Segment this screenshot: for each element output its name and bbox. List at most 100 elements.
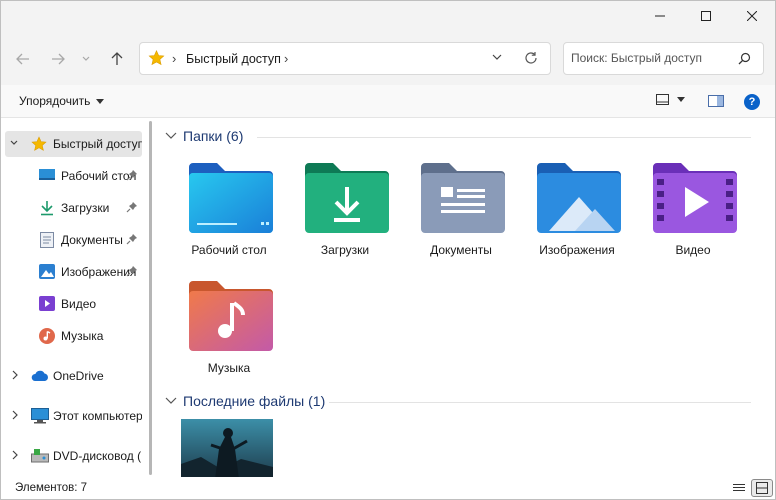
details-view-button[interactable] <box>728 479 750 497</box>
desktop-folder-icon <box>189 163 273 233</box>
documents-icon <box>40 232 54 248</box>
chevron-right-icon[interactable] <box>11 410 19 420</box>
breadcrumb-location[interactable]: Быстрый доступ <box>186 52 281 66</box>
group-divider <box>257 137 751 138</box>
recent-locations-button[interactable] <box>75 45 97 73</box>
folder-label: Музыка <box>207 361 251 375</box>
command-bar: Упорядочить ? <box>1 85 775 118</box>
items-count: Элементов: 7 <box>15 482 88 494</box>
search-box[interactable] <box>563 42 764 75</box>
computer-icon <box>31 408 49 424</box>
arrow-up-icon <box>111 52 123 65</box>
folder-tile-downloads[interactable]: Загрузки <box>287 157 403 269</box>
chevron-down-icon <box>165 397 177 404</box>
scrollbar-thumb[interactable] <box>149 121 152 475</box>
group-title: Папки (6) <box>183 128 244 144</box>
forward-button[interactable] <box>44 45 72 73</box>
nav-item-video[interactable]: Видео <box>1 291 142 317</box>
desktop-icon <box>39 169 55 180</box>
search-input[interactable] <box>571 51 731 65</box>
recent-files-group-header[interactable]: Последние файлы (1) <box>165 390 325 412</box>
pin-icon[interactable] <box>126 201 138 213</box>
video-icon <box>39 296 55 311</box>
view-layout-icon <box>656 94 669 105</box>
breadcrumb-separator-end[interactable]: › <box>284 51 288 66</box>
chevron-down-icon[interactable] <box>492 53 502 61</box>
search-icon[interactable] <box>738 52 751 65</box>
close-button[interactable] <box>729 1 775 31</box>
back-button[interactable] <box>9 45 37 73</box>
nav-item-label: Загрузки <box>61 201 110 215</box>
folder-tile-pictures[interactable]: Изображения <box>519 157 635 269</box>
folder-tile-music[interactable]: Музыка <box>171 275 287 387</box>
download-icon <box>41 201 53 216</box>
close-icon <box>747 11 757 21</box>
star-icon <box>148 50 165 66</box>
image-thumbnail <box>181 419 273 477</box>
maximize-icon <box>701 11 711 21</box>
nav-item-desktop[interactable]: Рабочий стол <box>1 163 142 189</box>
navigation-scrollbar[interactable] <box>145 119 159 477</box>
nav-item-label: Видео <box>61 297 97 311</box>
nav-item-downloads[interactable]: Загрузки <box>1 195 142 221</box>
folder-label: Видео <box>675 243 711 257</box>
title-bar <box>1 1 775 33</box>
nav-item-quick-access[interactable]: Быстрый доступ <box>5 131 142 157</box>
nav-item-onedrive[interactable]: OneDrive <box>1 363 142 389</box>
maximize-button[interactable] <box>683 1 729 31</box>
nav-item-label: Музыка <box>61 329 104 343</box>
caret-down-icon <box>96 98 105 104</box>
caret-down-icon <box>677 97 685 102</box>
nav-item-label: OneDrive <box>53 369 104 383</box>
chevron-down-icon[interactable] <box>9 138 19 148</box>
cloud-icon <box>31 370 48 381</box>
nav-item-label: Быстрый доступ <box>53 137 142 151</box>
sort-label: Упорядочить <box>19 94 91 108</box>
nav-item-this-pc[interactable]: Этот компьютер <box>1 403 142 429</box>
folder-tile-documents[interactable]: Документы <box>403 157 519 269</box>
minimize-button[interactable] <box>637 1 683 31</box>
list-view-icon <box>733 484 745 491</box>
breadcrumb-separator[interactable]: › <box>172 51 176 66</box>
chevron-down-icon <box>82 56 90 61</box>
pin-icon[interactable] <box>126 169 138 181</box>
details-pane-icon[interactable] <box>708 95 724 107</box>
content-area: Папки (6) Рабочий стол Загрузки Документ… <box>159 119 775 477</box>
folder-label: Изображения <box>539 243 615 257</box>
status-bar: Элементов: 7 <box>1 477 775 499</box>
chevron-down-icon <box>165 132 177 139</box>
video-folder-icon <box>653 163 737 233</box>
folder-label: Документы <box>430 243 492 257</box>
nav-item-label: Этот компьютер <box>53 409 142 423</box>
pin-icon[interactable] <box>126 265 138 277</box>
refresh-icon[interactable] <box>524 51 538 65</box>
music-icon <box>39 328 55 344</box>
folders-group-header[interactable]: Папки (6) <box>165 125 243 147</box>
help-button[interactable]: ? <box>744 94 760 110</box>
up-button[interactable] <box>103 45 131 73</box>
chevron-right-icon[interactable] <box>11 450 19 460</box>
sort-button[interactable]: Упорядочить <box>19 94 105 108</box>
address-row: › Быстрый доступ › <box>1 33 775 85</box>
address-bar[interactable]: › Быстрый доступ › <box>139 42 551 75</box>
folder-label: Рабочий стол <box>191 243 267 257</box>
nav-item-dvd-drive[interactable]: DVD-дисковод (D:) <box>1 443 142 469</box>
chevron-right-icon[interactable] <box>11 370 19 380</box>
arrow-right-icon <box>52 53 65 65</box>
view-button[interactable] <box>656 94 685 105</box>
documents-folder-icon <box>421 163 505 233</box>
nav-item-music[interactable]: Музыка <box>1 323 142 349</box>
folder-tile-video[interactable]: Видео <box>635 157 751 269</box>
nav-item-documents[interactable]: Документы <box>1 227 142 253</box>
file-explorer-window: › Быстрый доступ › Упорядочить <box>0 0 776 500</box>
tiles-view-button[interactable] <box>751 479 773 497</box>
star-icon <box>31 136 47 151</box>
nav-item-pictures[interactable]: Изображения <box>1 259 142 285</box>
downloads-folder-icon <box>305 163 389 233</box>
recent-file-thumbnail[interactable] <box>181 419 273 477</box>
pictures-icon <box>39 264 55 279</box>
pin-icon[interactable] <box>126 233 138 245</box>
folder-tile-desktop[interactable]: Рабочий стол <box>171 157 287 269</box>
minimize-icon <box>655 15 665 17</box>
folder-label: Загрузки <box>320 243 370 257</box>
